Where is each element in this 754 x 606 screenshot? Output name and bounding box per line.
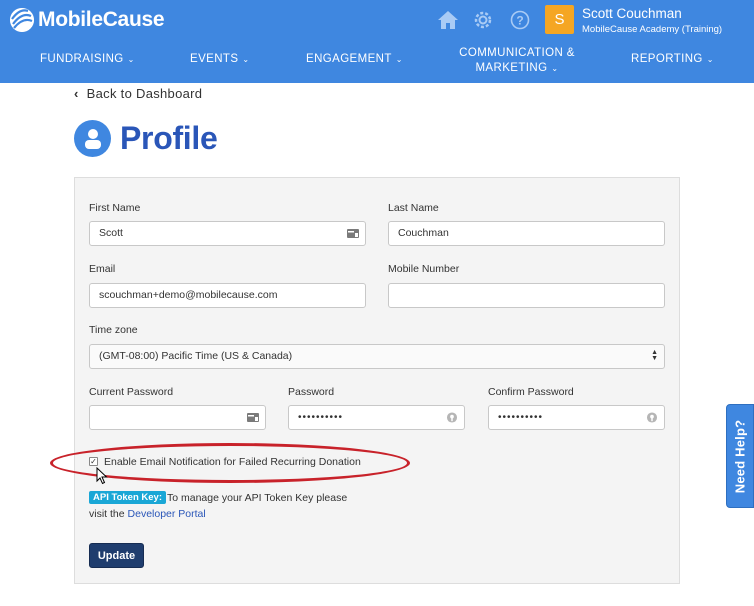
nav-marketing-label: MARKETING bbox=[475, 62, 548, 74]
need-help-tab[interactable]: Need Help? bbox=[726, 404, 754, 508]
password-label: Password bbox=[288, 386, 335, 398]
update-button[interactable]: Update bbox=[89, 543, 144, 568]
back-link-label: Back to Dashboard bbox=[86, 86, 203, 101]
user-icon bbox=[74, 120, 111, 157]
current-password-field[interactable] bbox=[89, 405, 266, 430]
password-key-icon[interactable] bbox=[646, 412, 658, 423]
nav-reporting[interactable]: REPORTING ⌄ bbox=[631, 53, 714, 65]
nav-events-label: EVENTS bbox=[190, 53, 239, 65]
page-title: Profile bbox=[74, 120, 218, 157]
autofill-card-icon[interactable] bbox=[347, 228, 359, 239]
mouse-cursor-icon bbox=[96, 467, 108, 485]
first-name-label: First Name bbox=[89, 202, 141, 214]
timezone-value: (GMT-08:00) Pacific Time (US & Canada) bbox=[99, 350, 293, 362]
confirm-password-field[interactable]: •••••••••• bbox=[488, 405, 665, 430]
password-field[interactable]: •••••••••• bbox=[288, 405, 465, 430]
chevron-down-icon: ⌄ bbox=[395, 55, 403, 64]
api-token-text: To manage your API Token Key please bbox=[167, 492, 348, 504]
developer-portal-link[interactable]: Developer Portal bbox=[128, 508, 206, 520]
top-header: MobileCause ? S Scott Couchman MobileCau… bbox=[0, 0, 754, 83]
confirm-password-label: Confirm Password bbox=[488, 386, 574, 398]
select-arrows-icon: ▲ ▼ bbox=[651, 349, 658, 362]
chevron-down-icon: ⌄ bbox=[242, 55, 250, 64]
mobile-number-field[interactable] bbox=[388, 283, 665, 308]
nav-engagement-label: ENGAGEMENT bbox=[306, 53, 392, 65]
chevron-down-icon: ⌄ bbox=[551, 64, 559, 73]
brand-name: MobileCause bbox=[38, 8, 165, 31]
back-to-dashboard-link[interactable]: ‹ Back to Dashboard bbox=[74, 86, 202, 101]
gear-icon[interactable] bbox=[471, 9, 495, 31]
mobile-number-label: Mobile Number bbox=[388, 263, 460, 275]
autofill-card-icon[interactable] bbox=[247, 412, 259, 423]
nav-events[interactable]: EVENTS ⌄ bbox=[190, 53, 250, 65]
nav-communication-label: COMMUNICATION & bbox=[459, 47, 575, 59]
nav-communication-marketing[interactable]: COMMUNICATION & MARKETING ⌄ bbox=[456, 46, 578, 76]
last-name-label: Last Name bbox=[388, 202, 439, 214]
nav-engagement[interactable]: ENGAGEMENT ⌄ bbox=[306, 53, 403, 65]
page-title-text: Profile bbox=[120, 120, 218, 156]
nav-fundraising-label: FUNDRAISING bbox=[40, 53, 124, 65]
nav-fundraising[interactable]: FUNDRAISING ⌄ bbox=[40, 53, 135, 65]
brand-logo[interactable]: MobileCause bbox=[10, 8, 165, 32]
user-name[interactable]: Scott Couchman bbox=[582, 6, 682, 21]
chevron-down-icon: ⌄ bbox=[127, 55, 135, 64]
help-icon[interactable]: ? bbox=[508, 9, 532, 31]
confirm-password-value: •••••••••• bbox=[498, 412, 544, 423]
email-value: scouchman+demo@mobilecause.com bbox=[99, 289, 278, 301]
email-label: Email bbox=[89, 263, 116, 275]
password-value: •••••••••• bbox=[298, 412, 344, 423]
last-name-field[interactable]: Couchman bbox=[388, 221, 665, 246]
chevron-left-icon: ‹ bbox=[74, 86, 79, 101]
nav-reporting-label: REPORTING bbox=[631, 53, 703, 65]
chevron-down-icon: ⌄ bbox=[706, 55, 714, 64]
timezone-label: Time zone bbox=[89, 324, 138, 336]
svg-text:?: ? bbox=[516, 14, 523, 28]
user-org[interactable]: MobileCause Academy (Training) bbox=[582, 24, 722, 35]
password-key-icon[interactable] bbox=[446, 412, 458, 423]
current-password-label: Current Password bbox=[89, 386, 174, 398]
need-help-label: Need Help? bbox=[732, 419, 748, 493]
timezone-select[interactable]: (GMT-08:00) Pacific Time (US & Canada) ▲… bbox=[89, 344, 665, 369]
email-field[interactable]: scouchman+demo@mobilecause.com bbox=[89, 283, 366, 308]
avatar[interactable]: S bbox=[545, 5, 574, 34]
last-name-value: Couchman bbox=[398, 227, 449, 239]
first-name-value: Scott bbox=[99, 227, 123, 239]
logo-mark-icon bbox=[10, 8, 34, 32]
api-token-key-badge: API Token Key: bbox=[89, 491, 166, 504]
first-name-field[interactable]: Scott bbox=[89, 221, 366, 246]
home-icon[interactable] bbox=[436, 9, 460, 31]
api-token-text-prefix: visit the bbox=[89, 508, 128, 520]
api-token-text-line2: visit the Developer Portal bbox=[89, 508, 206, 520]
